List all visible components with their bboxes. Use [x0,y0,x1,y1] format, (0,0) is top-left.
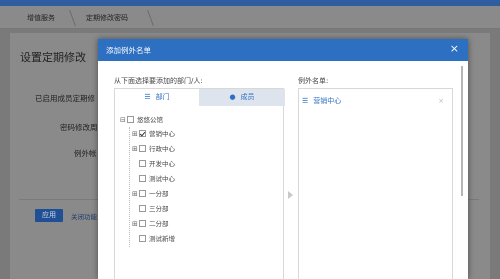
tab-member[interactable]: ● 成员 [199,89,285,106]
transfer-arrow-icon [288,191,293,199]
expand-icon[interactable]: ⊞ [132,219,139,229]
list-icon: ☰ [302,97,309,105]
tree-node[interactable]: 测试新增 [132,234,175,244]
close-feature-link[interactable]: 关闭功能 [71,211,97,221]
checkbox[interactable] [139,160,146,167]
exception-list-label: 例外名单: [298,77,329,85]
remove-icon[interactable]: × [438,95,444,107]
scrollbar[interactable] [461,66,463,196]
expand-icon[interactable]: ⊞ [132,144,139,154]
tree-node-label: 开发中心 [149,160,175,168]
tree-node-label: 悠悠公馆 [137,116,163,124]
breadcrumb: 增值服务 定期修改密码 [0,6,500,29]
tab-label: 成员 [240,93,255,101]
list-icon: ☰ [144,93,151,101]
field-label: 密码修改周 [60,123,98,132]
breadcrumb-separator [62,10,76,26]
selection-panel: ☰ 部门 ● 成员 ⊟ 悠悠公馆 ⊞ 营销中心 ⊞ 行政中心 开发中心 测试中心 ⊞ 一分部… [114,88,285,279]
tree-node[interactable]: 测试中心 [132,174,175,184]
tree-node-label: 测试中心 [149,175,175,183]
breadcrumb-separator [140,10,154,26]
tree-node[interactable]: ⊞ 行政中心 [132,144,175,154]
close-icon[interactable]: × [450,43,459,55]
tree-node-label: 测试新增 [149,235,175,243]
tree-connector [129,127,130,247]
tree-node[interactable]: ⊞ 营销中心 [132,129,175,139]
tree-node-label: 一分部 [149,190,169,198]
checkbox[interactable] [139,235,146,242]
dialog-title: 添加例外名单 [106,46,151,55]
tab-department[interactable]: ☰ 部门 [115,89,199,106]
field-label: 已启用成员定期修 [35,94,95,103]
tree-node[interactable]: 三分部 [132,204,169,214]
tree-node[interactable]: 开发中心 [132,159,175,169]
checkbox[interactable] [139,190,146,197]
user-icon: ● [229,93,236,101]
expand-icon[interactable]: ⊞ [132,189,139,199]
checkbox[interactable] [127,116,134,123]
watermark-subtitle: 助你轻松解决 [371,235,432,245]
checkbox[interactable] [139,205,146,212]
select-label: 从下面选择要添加的部门/人: [114,77,203,85]
tree-node-root[interactable]: ⊟ 悠悠公馆 [120,115,163,125]
tab-label: 部门 [155,93,170,101]
page-title: 设置定期修改 [20,51,86,64]
tree-node-label: 三分部 [149,205,169,213]
field-label: 例外帐 [74,149,97,158]
breadcrumb-item[interactable]: 定期修改密码 [86,13,128,23]
checkbox[interactable] [139,175,146,182]
tree-node-label: 营销中心 [149,130,175,138]
expand-icon[interactable]: ⊞ [132,129,139,139]
tree-node-label: 二分部 [149,220,169,228]
tree-node-label: 行政中心 [149,145,175,153]
dialog-header: 添加例外名单 × [98,39,468,61]
breadcrumb-item[interactable]: 增值服务 [27,13,55,23]
checkbox-checked[interactable] [139,130,146,137]
tree-node[interactable]: ⊞ 二分部 [132,219,169,229]
tree-node[interactable]: ⊞ 一分部 [132,189,169,199]
checkbox[interactable] [139,145,146,152]
exception-item: ☰ 营销中心 × [302,95,449,107]
exception-item-label: 营销中心 [313,97,342,105]
checkbox[interactable] [139,220,146,227]
watermark-logo: 百科全说 助你轻松解决 [334,206,500,279]
apply-button[interactable]: 应用 [35,209,63,222]
collapse-icon[interactable]: ⊟ [120,115,127,125]
